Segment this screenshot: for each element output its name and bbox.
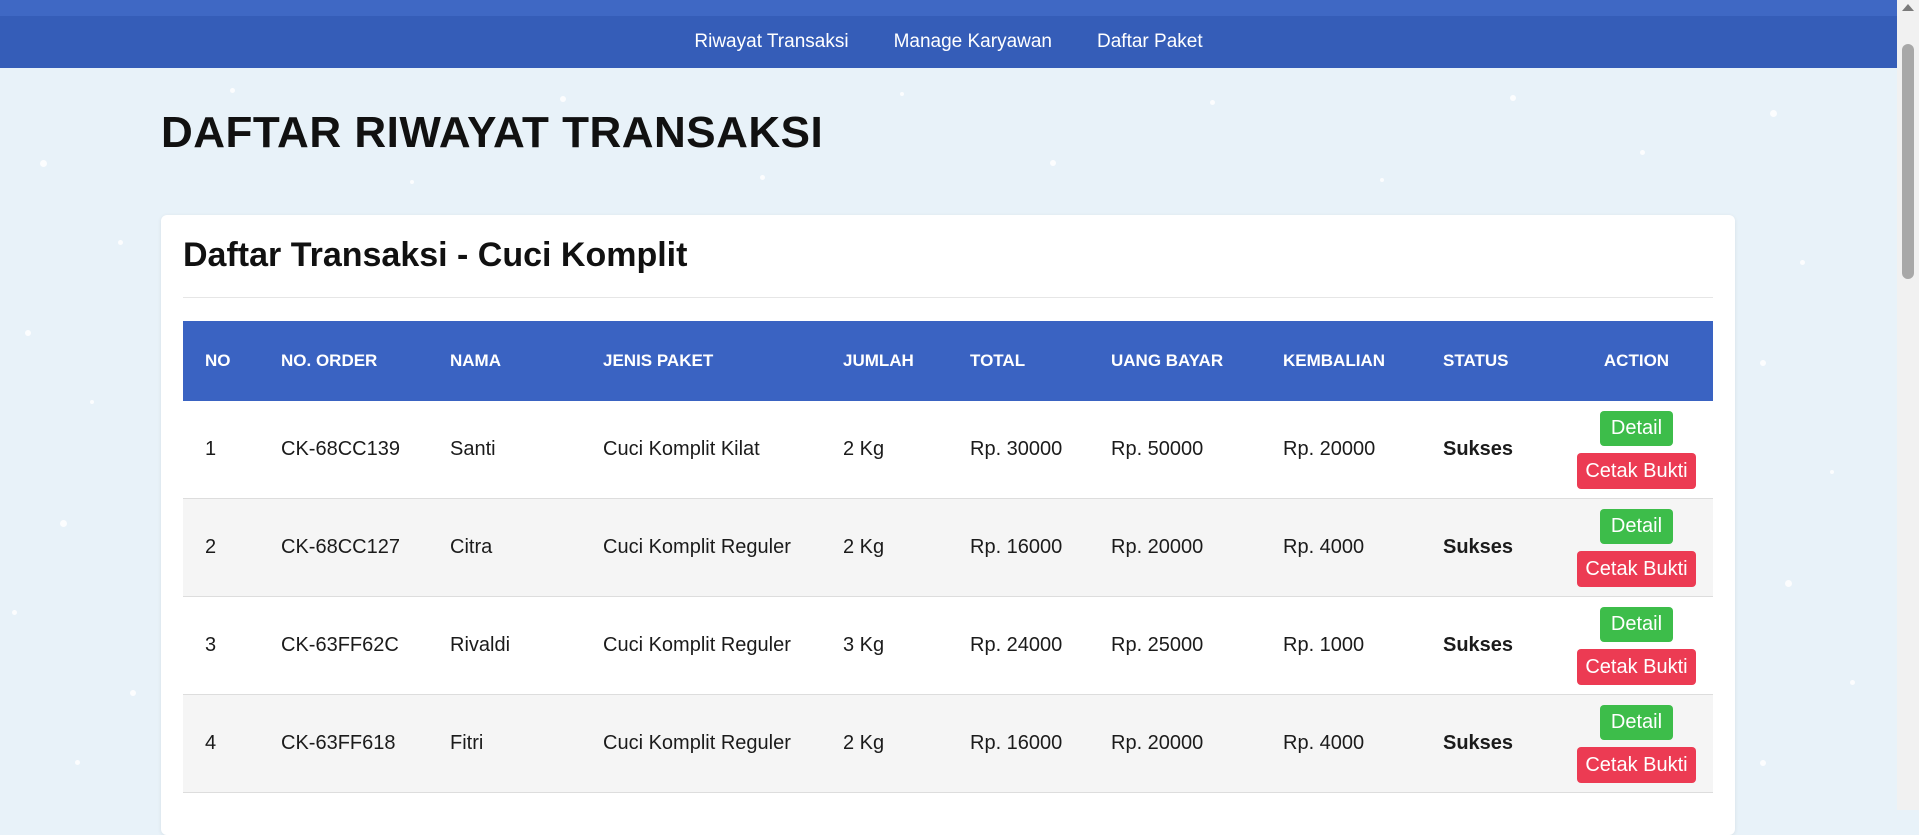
- cell-action: Detail Cetak Bukti: [1560, 596, 1713, 695]
- scrollbar-thumb[interactable]: [1902, 44, 1914, 279]
- column-header-nama: NAMA: [450, 321, 603, 401]
- cetak-bukti-button[interactable]: Cetak Bukti: [1577, 550, 1696, 587]
- detail-button[interactable]: Detail: [1599, 606, 1674, 642]
- cell-no: 4: [183, 694, 281, 793]
- navbar: Riwayat Transaksi Manage Karyawan Daftar…: [0, 16, 1897, 68]
- detail-button[interactable]: Detail: [1599, 410, 1674, 446]
- cell-jenis-paket: Cuci Komplit Kilat: [603, 401, 843, 499]
- scroll-up-arrow-icon[interactable]: [1902, 4, 1914, 11]
- cell-jenis-paket: Cuci Komplit Reguler: [603, 596, 843, 695]
- cell-jenis-paket: Cuci Komplit Reguler: [603, 694, 843, 793]
- cell-jumlah: 2 Kg: [843, 401, 970, 499]
- cell-jumlah: 2 Kg: [843, 498, 970, 597]
- column-header-action: ACTION: [1560, 321, 1713, 401]
- column-header-jumlah: JUMLAH: [843, 321, 970, 401]
- cell-uang-bayar: Rp. 50000: [1111, 401, 1283, 499]
- cetak-bukti-button[interactable]: Cetak Bukti: [1577, 452, 1696, 489]
- cell-total: Rp. 24000: [970, 596, 1111, 695]
- cell-order: CK-63FF62C: [281, 596, 450, 695]
- table-row: 4 CK-63FF618 Fitri Cuci Komplit Reguler …: [183, 694, 1713, 793]
- cetak-bukti-button[interactable]: Cetak Bukti: [1577, 648, 1696, 685]
- cell-uang-bayar: Rp. 20000: [1111, 498, 1283, 597]
- cell-no: 1: [183, 401, 281, 499]
- cell-uang-bayar: Rp. 25000: [1111, 596, 1283, 695]
- cell-kembalian: Rp. 20000: [1283, 401, 1443, 499]
- page-title: DAFTAR RIWAYAT TRANSAKSI: [161, 108, 824, 157]
- transaction-card: Daftar Transaksi - Cuci Komplit NO NO. O…: [161, 215, 1735, 835]
- column-header-no: NO: [183, 321, 281, 401]
- table-row: 3 CK-63FF62C Rivaldi Cuci Komplit Regule…: [183, 596, 1713, 695]
- cell-action: Detail Cetak Bukti: [1560, 694, 1713, 793]
- cell-action: Detail Cetak Bukti: [1560, 401, 1713, 499]
- cell-nama: Citra: [450, 498, 603, 597]
- cell-kembalian: Rp. 4000: [1283, 694, 1443, 793]
- table-row: 1 CK-68CC139 Santi Cuci Komplit Kilat 2 …: [183, 401, 1713, 499]
- column-header-total: TOTAL: [970, 321, 1111, 401]
- detail-button[interactable]: Detail: [1599, 508, 1674, 544]
- column-header-kembalian: KEMBALIAN: [1283, 321, 1443, 401]
- cell-order: CK-68CC139: [281, 401, 450, 499]
- cell-nama: Rivaldi: [450, 596, 603, 695]
- cell-kembalian: Rp. 4000: [1283, 498, 1443, 597]
- nav-link-manage-karyawan[interactable]: Manage Karyawan: [894, 31, 1052, 53]
- status-badge: Sukses: [1443, 694, 1560, 793]
- cell-jumlah: 3 Kg: [843, 596, 970, 695]
- cell-order: CK-68CC127: [281, 498, 450, 597]
- status-badge: Sukses: [1443, 498, 1560, 597]
- cell-total: Rp. 30000: [970, 401, 1111, 499]
- cell-order: CK-63FF618: [281, 694, 450, 793]
- card-title: Daftar Transaksi - Cuci Komplit: [183, 236, 688, 274]
- table-header-row: NO NO. ORDER NAMA JENIS PAKET JUMLAH TOT…: [183, 321, 1713, 401]
- top-accent-bar: [0, 0, 1897, 16]
- vertical-scrollbar[interactable]: [1897, 0, 1919, 810]
- cetak-bukti-button[interactable]: Cetak Bukti: [1577, 746, 1696, 783]
- table-row: 2 CK-68CC127 Citra Cuci Komplit Reguler …: [183, 498, 1713, 597]
- cell-no: 3: [183, 596, 281, 695]
- column-header-order: NO. ORDER: [281, 321, 450, 401]
- cell-jenis-paket: Cuci Komplit Reguler: [603, 498, 843, 597]
- column-header-jenis-paket: JENIS PAKET: [603, 321, 843, 401]
- detail-button[interactable]: Detail: [1599, 704, 1674, 740]
- column-header-uang-bayar: UANG BAYAR: [1111, 321, 1283, 401]
- divider: [183, 297, 1713, 298]
- cell-action: Detail Cetak Bukti: [1560, 498, 1713, 597]
- transaction-table: NO NO. ORDER NAMA JENIS PAKET JUMLAH TOT…: [183, 321, 1713, 793]
- status-badge: Sukses: [1443, 401, 1560, 499]
- cell-no: 2: [183, 498, 281, 597]
- nav-link-daftar-paket[interactable]: Daftar Paket: [1097, 31, 1203, 53]
- cell-total: Rp. 16000: [970, 694, 1111, 793]
- cell-nama: Santi: [450, 401, 603, 499]
- cell-kembalian: Rp. 1000: [1283, 596, 1443, 695]
- nav-link-riwayat-transaksi[interactable]: Riwayat Transaksi: [694, 31, 848, 53]
- cell-uang-bayar: Rp. 20000: [1111, 694, 1283, 793]
- cell-jumlah: 2 Kg: [843, 694, 970, 793]
- cell-nama: Fitri: [450, 694, 603, 793]
- cell-total: Rp. 16000: [970, 498, 1111, 597]
- column-header-status: STATUS: [1443, 321, 1560, 401]
- status-badge: Sukses: [1443, 596, 1560, 695]
